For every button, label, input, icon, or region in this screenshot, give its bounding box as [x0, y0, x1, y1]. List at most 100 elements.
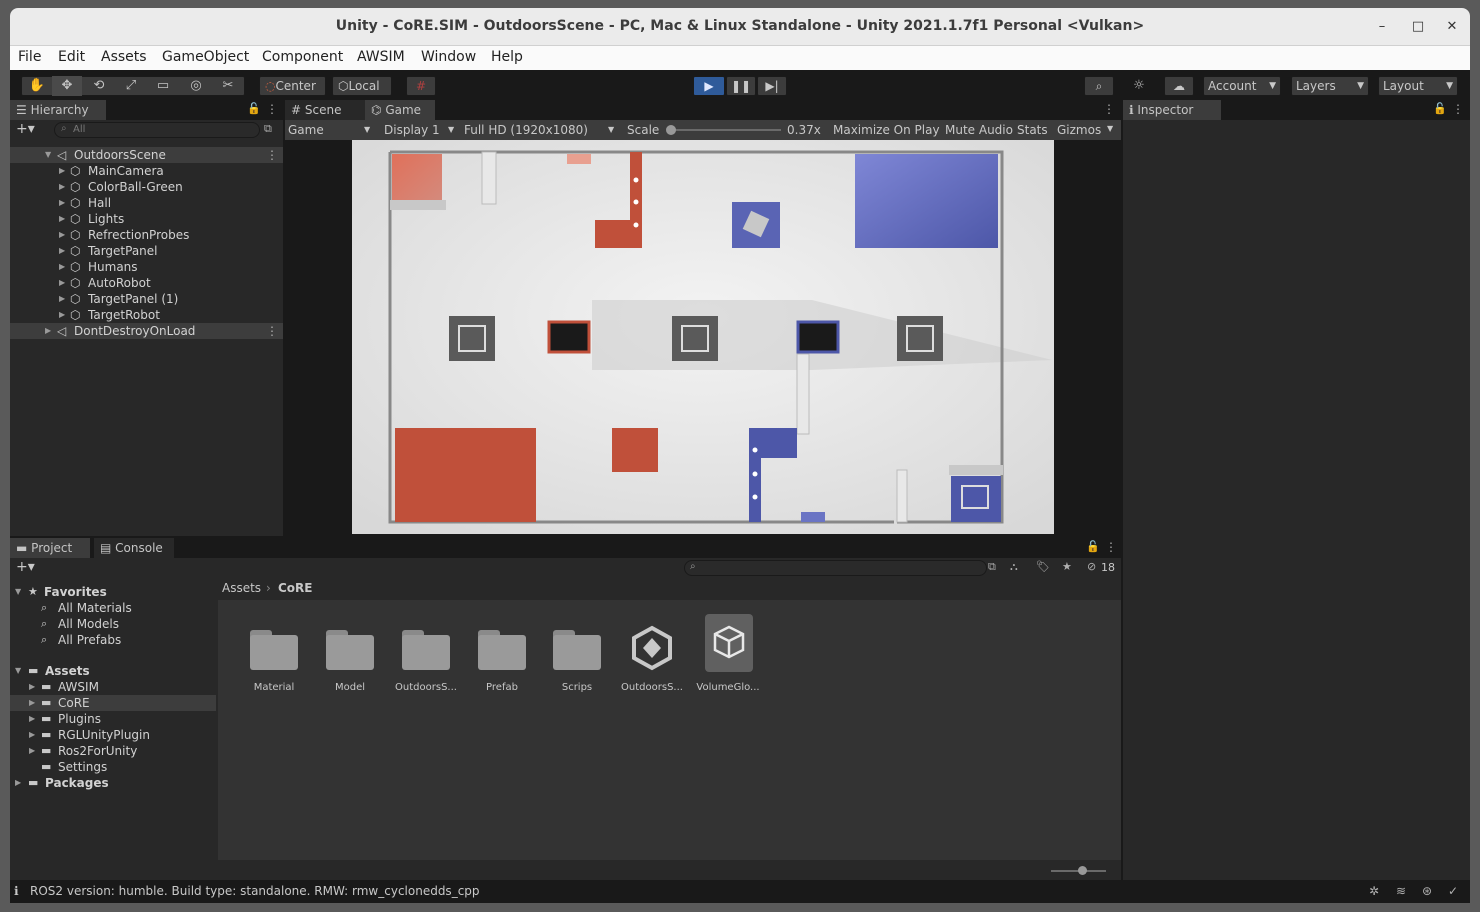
- favorites-group[interactable]: ▼ ★ Favorites: [10, 584, 216, 600]
- scale-tool-icon[interactable]: ⤢: [116, 76, 146, 96]
- layers-dropdown[interactable]: Layers ▼: [1291, 76, 1369, 96]
- tab-project[interactable]: ▬ Project: [10, 538, 90, 558]
- hierarchy-item[interactable]: ▶ ⬡ TargetPanel (1): [10, 291, 283, 307]
- hierarchy-item[interactable]: ▶ ⬡ TargetRobot: [10, 307, 283, 323]
- filter-type-icon[interactable]: ⛬: [1010, 560, 1018, 574]
- menu-assets[interactable]: Assets: [101, 49, 147, 65]
- expand-arrow-icon[interactable]: ▶: [59, 179, 65, 195]
- favorite-item[interactable]: ⌕ All Prefabs: [10, 632, 216, 648]
- play-button[interactable]: ▶: [693, 76, 725, 96]
- expand-arrow-icon[interactable]: ▶: [59, 211, 65, 227]
- custom-tool-icon[interactable]: ✂: [213, 76, 243, 96]
- tab-inspector[interactable]: ℹ Inspector: [1123, 100, 1221, 120]
- more-options-icon[interactable]: ⋮: [266, 323, 278, 339]
- services-icon[interactable]: ☼: [1124, 76, 1154, 96]
- resolution-dropdown[interactable]: Full HD (1920x1080) ▼: [464, 120, 619, 140]
- expand-arrow-icon[interactable]: ▶: [59, 195, 65, 211]
- expand-arrow-icon[interactable]: ▶: [45, 323, 51, 339]
- maximize-button[interactable]: □: [1408, 17, 1428, 37]
- expand-arrow-icon[interactable]: ▶: [59, 291, 65, 307]
- hand-tool-icon[interactable]: ✋: [22, 76, 52, 96]
- breadcrumb-assets[interactable]: Assets: [222, 578, 261, 598]
- more-options-icon[interactable]: ⋮: [266, 102, 278, 116]
- maximize-on-play-toggle[interactable]: Maximize On Play: [833, 120, 940, 140]
- favorite-item[interactable]: ⌕ All Materials: [10, 600, 216, 616]
- hierarchy-item[interactable]: ▶ ⬡ AutoRobot: [10, 275, 283, 291]
- expand-arrow-icon[interactable]: ▶: [59, 227, 65, 243]
- expand-arrow-icon[interactable]: ▶: [29, 711, 35, 727]
- hidden-packages-icon[interactable]: ⊘: [1087, 560, 1096, 573]
- folder-item[interactable]: ▶ ▬ RGLUnityPlugin: [10, 727, 216, 743]
- expand-arrow-icon[interactable]: ▼: [15, 663, 21, 679]
- hierarchy-item[interactable]: ▶ ⬡ MainCamera: [10, 163, 283, 179]
- menu-component[interactable]: Component: [262, 49, 343, 65]
- folder-item[interactable]: ▶ ▬ Plugins: [10, 711, 216, 727]
- step-button[interactable]: ▶|: [757, 76, 787, 96]
- hierarchy-item[interactable]: ▶ ⬡ RefrectionProbes: [10, 227, 283, 243]
- lock-icon[interactable]: 🔓: [1086, 540, 1100, 553]
- search-type-icon[interactable]: ⧉: [988, 560, 996, 574]
- hierarchy-item[interactable]: ▶ ⬡ TargetPanel: [10, 243, 283, 259]
- add-icon[interactable]: +▾: [16, 121, 35, 137]
- hierarchy-item[interactable]: ▶ ⬡ Lights: [10, 211, 283, 227]
- dont-destroy-row[interactable]: ▶ ◁ DontDestroyOnLoad ⋮: [10, 323, 283, 339]
- account-dropdown[interactable]: Account ▼: [1203, 76, 1281, 96]
- progress-check-icon[interactable]: ✓: [1448, 880, 1458, 903]
- menu-file[interactable]: File: [18, 49, 41, 65]
- close-button[interactable]: ✕: [1442, 17, 1462, 37]
- project-search-input[interactable]: ⌕: [684, 560, 987, 576]
- grid-snap-button[interactable]: #: [406, 76, 436, 96]
- assets-group[interactable]: ▼ ▬ Assets: [10, 663, 216, 679]
- minimize-button[interactable]: –: [1372, 17, 1392, 37]
- lock-icon[interactable]: 🔓: [247, 102, 261, 115]
- expand-arrow-icon[interactable]: ▶: [15, 775, 21, 791]
- favorite-item[interactable]: ⌕ All Models: [10, 616, 216, 632]
- hierarchy-item[interactable]: ▶ ⬡ Hall: [10, 195, 283, 211]
- stats-toggle[interactable]: Stats: [1017, 120, 1048, 140]
- scale-slider-handle[interactable]: [666, 125, 676, 135]
- move-tool-icon[interactable]: ✥: [52, 76, 82, 96]
- cloud-button[interactable]: ☁: [1164, 76, 1194, 96]
- folder-item[interactable]: ▶ ▬ Ros2ForUnity: [10, 743, 216, 759]
- gizmos-toggle[interactable]: Gizmos: [1057, 120, 1101, 140]
- tab-console[interactable]: ▤ Console: [94, 538, 174, 558]
- menu-edit[interactable]: Edit: [58, 49, 85, 65]
- cache-server-icon[interactable]: ≋: [1396, 880, 1406, 903]
- pivot-local-button[interactable]: ⬡Local: [332, 76, 392, 96]
- scene-filter-icon[interactable]: ⧉: [264, 122, 272, 136]
- pivot-center-button[interactable]: ◌Center: [259, 76, 326, 96]
- tab-hierarchy[interactable]: ☰ Hierarchy: [10, 100, 106, 120]
- favorite-star-icon[interactable]: ★: [1062, 560, 1072, 573]
- more-options-icon[interactable]: ⋮: [1105, 540, 1117, 554]
- expand-arrow-icon[interactable]: ▶: [59, 275, 65, 291]
- expand-arrow-icon[interactable]: ▶: [59, 243, 65, 259]
- folder-item[interactable]: ▶ ▬ AWSIM: [10, 679, 216, 695]
- more-options-icon[interactable]: ⋮: [266, 147, 278, 163]
- tab-scene[interactable]: # Scene: [285, 100, 365, 120]
- search-button[interactable]: ⌕: [1084, 76, 1114, 96]
- scene-row[interactable]: ▼ ◁ OutdoorsScene ⋮: [10, 147, 283, 163]
- tab-game[interactable]: ⌬ Game: [365, 100, 435, 120]
- game-mode-dropdown[interactable]: Game ▼: [288, 120, 374, 140]
- transform-tool-icon[interactable]: ◎: [181, 76, 211, 96]
- breadcrumb-core[interactable]: CoRE: [278, 578, 313, 598]
- folder-item[interactable]: ▬ Settings: [10, 759, 216, 775]
- more-options-icon[interactable]: ⋮: [1452, 102, 1464, 116]
- menu-help[interactable]: Help: [491, 49, 523, 65]
- expand-arrow-icon[interactable]: ▶: [29, 695, 35, 711]
- menu-gameobject[interactable]: GameObject: [162, 49, 249, 65]
- hierarchy-item[interactable]: ▶ ⬡ Humans: [10, 259, 283, 275]
- hierarchy-search-input[interactable]: ⌕ All: [54, 122, 260, 138]
- status-text[interactable]: ROS2 version: humble. Build type: standa…: [30, 880, 480, 903]
- expand-arrow-icon[interactable]: ▶: [59, 163, 65, 179]
- pause-button[interactable]: ❚❚: [726, 76, 756, 96]
- expand-arrow-icon[interactable]: ▶: [29, 679, 35, 695]
- rect-tool-icon[interactable]: ▭: [148, 76, 178, 96]
- add-icon[interactable]: +▾: [16, 559, 35, 575]
- expand-arrow-icon[interactable]: ▼: [45, 147, 51, 163]
- hierarchy-item[interactable]: ▶ ⬡ ColorBall-Green: [10, 179, 283, 195]
- auto-generate-lighting-icon[interactable]: ⊛: [1422, 880, 1432, 903]
- menu-awsim[interactable]: AWSIM: [357, 49, 405, 65]
- folder-item-selected[interactable]: ▶ ▬ CoRE: [10, 695, 216, 711]
- expand-arrow-icon[interactable]: ▶: [59, 259, 65, 275]
